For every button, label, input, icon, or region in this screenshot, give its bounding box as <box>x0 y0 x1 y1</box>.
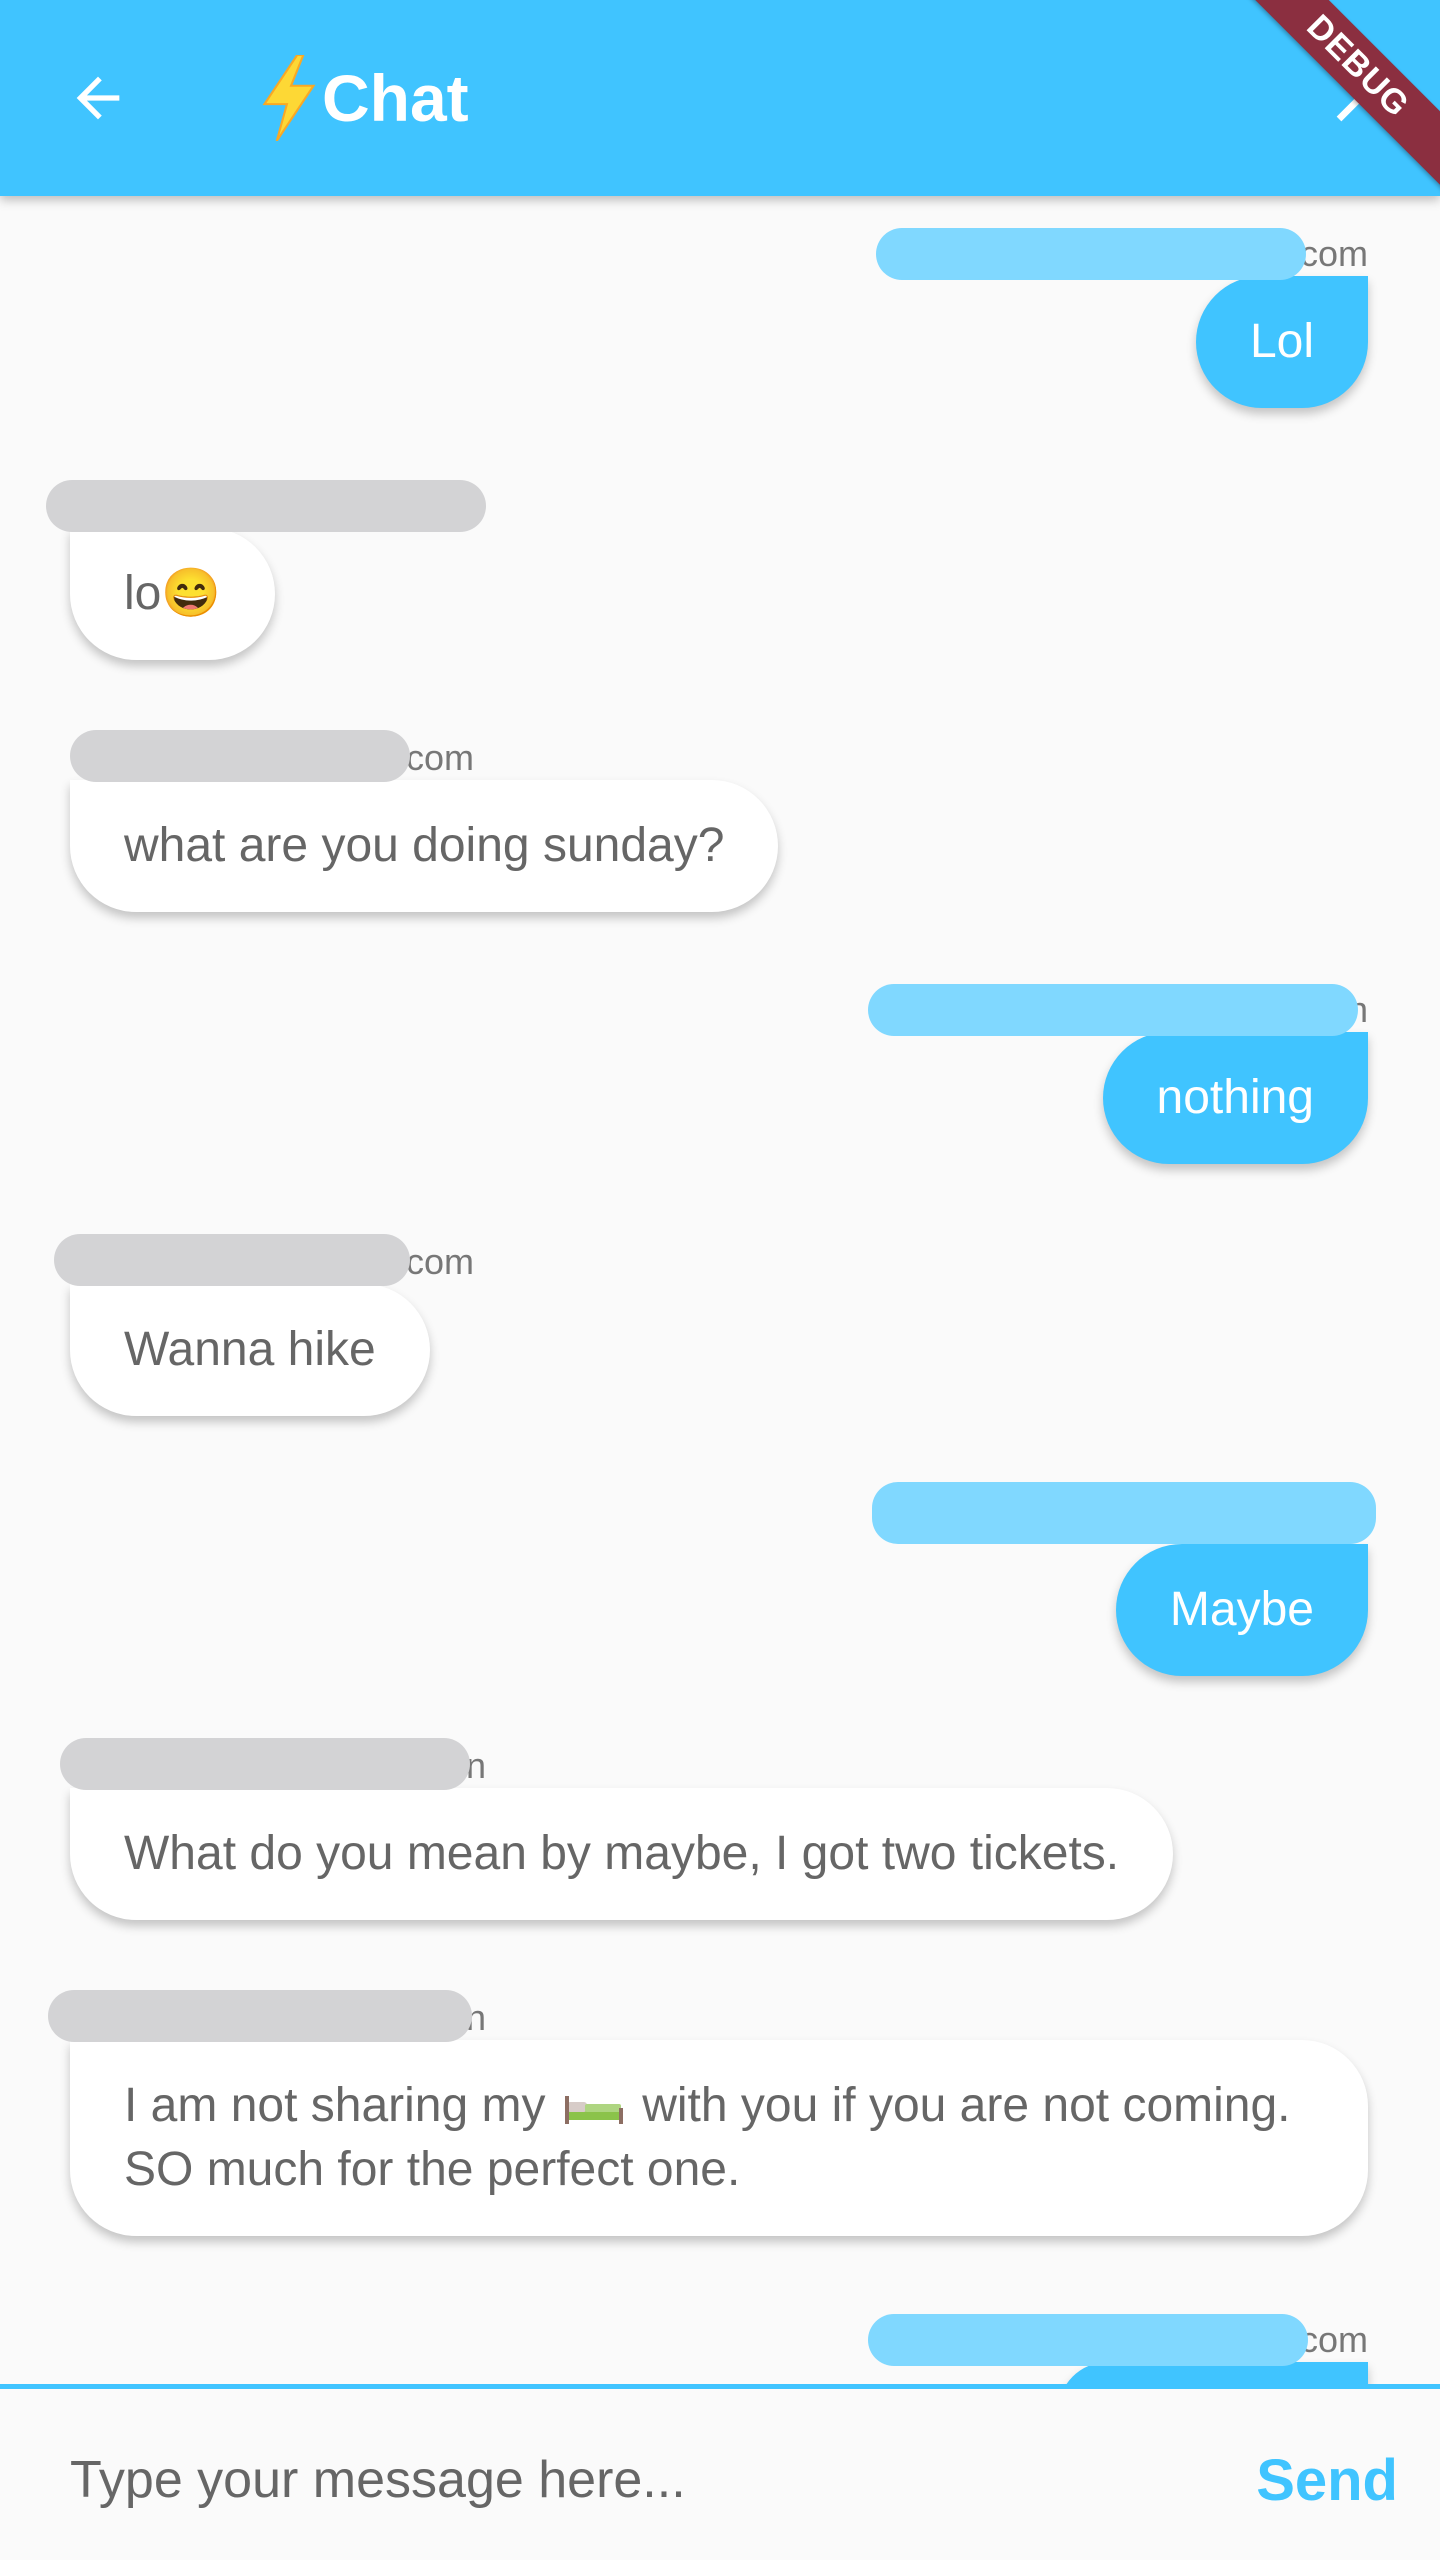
redacted-sender <box>872 1482 1376 1544</box>
redacted-sender <box>48 1990 472 2042</box>
back-button[interactable] <box>48 48 148 148</box>
page-title: Chat <box>258 52 469 144</box>
redacted-sender <box>70 730 410 782</box>
sender-label: n <box>48 1990 1368 2042</box>
redacted-sender <box>868 2314 1308 2366</box>
message-item: n What do you mean by maybe, I got two t… <box>60 1738 1174 1920</box>
sender-label: n <box>868 984 1368 1036</box>
redacted-sender <box>46 480 486 532</box>
redacted-sender <box>60 1738 470 1790</box>
message-bubble: lo😄 <box>70 528 276 660</box>
send-button[interactable]: Send <box>1256 2435 1398 2525</box>
app-bar: Chat DEBUG <box>0 0 1440 196</box>
bed-icon <box>564 2096 623 2125</box>
sender-label <box>46 480 486 532</box>
message-list[interactable]: com Lol lo😄 com what are you doing sunda… <box>0 196 1440 2386</box>
message-item: n I am not sharing my with you if you ar… <box>48 1990 1368 2236</box>
sender-label: n <box>60 1738 1173 1790</box>
message-composer: Send <box>0 2384 1440 2560</box>
message-bubble: I am not sharing my with you if you are … <box>70 2040 1368 2236</box>
lightning-bolt-icon <box>262 55 316 141</box>
redacted-sender <box>868 984 1358 1036</box>
sender-label: com <box>54 1234 474 1286</box>
message-bubble: what are you doing sunday? <box>70 780 779 912</box>
sender-label <box>872 1482 1376 1544</box>
message-item: com Lol <box>876 228 1368 408</box>
message-item: n nothing <box>868 984 1368 1164</box>
message-item: com Wanna hike <box>54 1234 474 1416</box>
sender-label: com <box>868 2314 1368 2366</box>
sender-label: com <box>876 228 1368 280</box>
redacted-sender <box>54 1234 410 1286</box>
message-item: lo😄 <box>46 480 486 660</box>
message-bubble: Wanna hike <box>70 1284 430 1416</box>
message-item: Maybe <box>872 1482 1376 1676</box>
message-bubble: nothing <box>1102 1032 1368 1164</box>
message-bubble: Maybe <box>1115 1544 1368 1676</box>
message-input[interactable] <box>70 2435 1170 2525</box>
message-bubble: What do you mean by maybe, I got two tic… <box>70 1788 1174 1920</box>
title-text: Chat <box>322 61 469 135</box>
arrow-back-icon <box>76 76 120 120</box>
redacted-sender <box>876 228 1306 280</box>
message-item: com <box>868 2314 1368 2386</box>
message-item: com what are you doing sunday? <box>70 730 779 912</box>
sender-label: com <box>70 730 778 782</box>
message-bubble: Lol <box>1195 276 1368 408</box>
